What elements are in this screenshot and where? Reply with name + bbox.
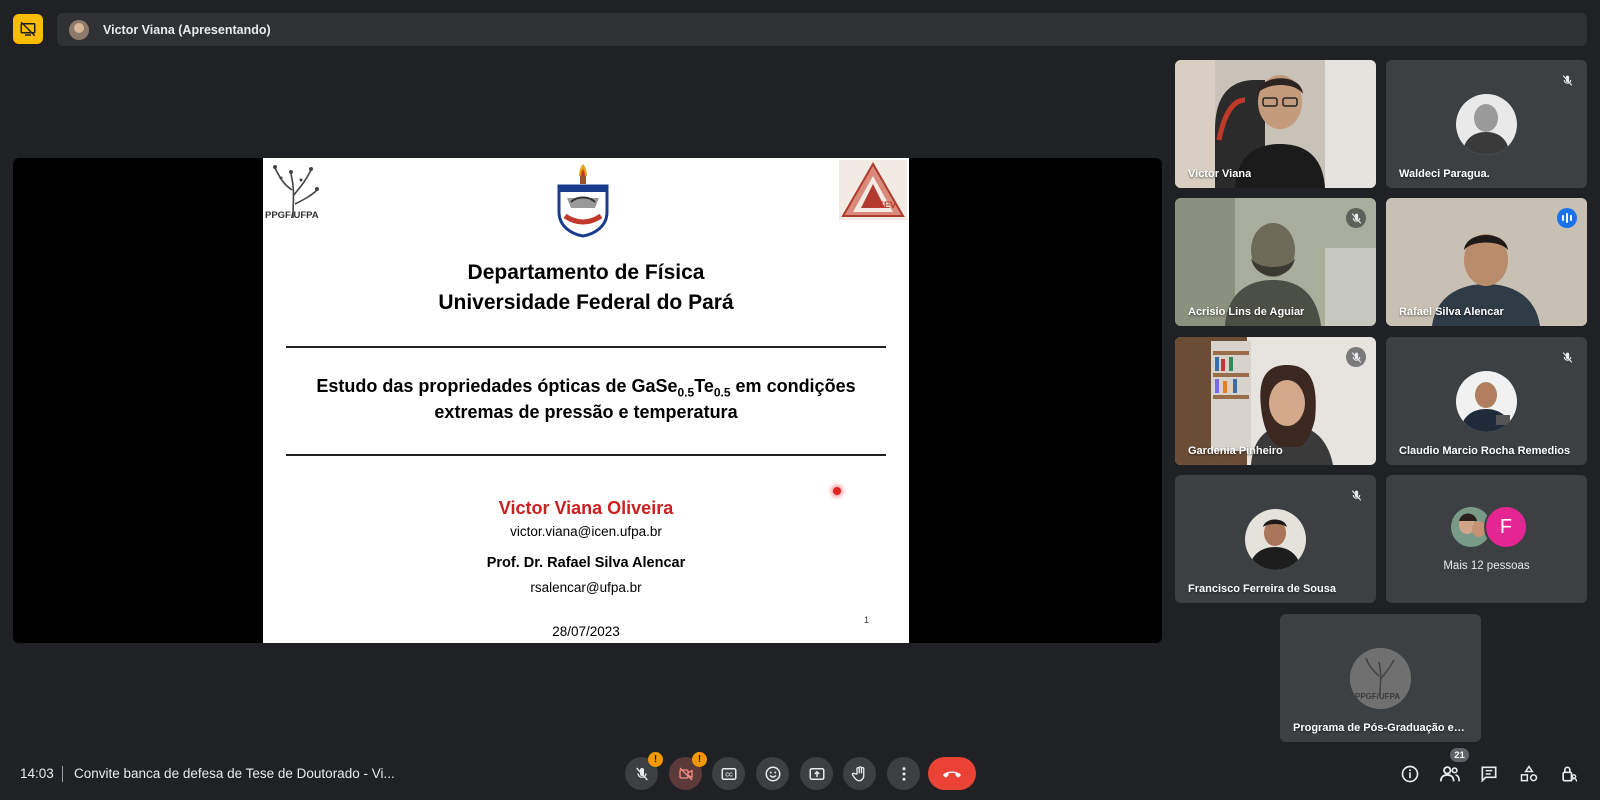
geev-logo-text: GEEV <box>871 200 897 210</box>
mic-off-icon <box>1562 74 1572 86</box>
participant-tile[interactable]: Francisco Ferreira de Sousa <box>1175 475 1376 603</box>
participant-avatar: PPGF/UFPA <box>1350 648 1411 709</box>
slide-page-number: 1 <box>864 615 870 625</box>
present-screen-icon <box>809 767 824 780</box>
participant-avatar <box>1245 509 1306 570</box>
mic-muted-indicator <box>1557 347 1577 367</box>
emoji-reaction-button[interactable] <box>756 757 789 790</box>
participant-tile[interactable]: Waldeci Paragua. <box>1386 60 1587 188</box>
people-icon <box>1439 766 1460 782</box>
participant-tile-speaking[interactable]: Rafael Silva Alencar <box>1386 198 1587 326</box>
participant-avatar-text: PPGF/UFPA <box>1355 692 1401 701</box>
slide-thesis-title-line2: extremas de pressão e temperatura <box>434 402 738 422</box>
participant-tile[interactable]: PPGF/UFPA Programa de Pós-Graduação em F… <box>1280 614 1481 742</box>
slide-divider-top <box>286 346 886 348</box>
audio-bars-icon <box>1562 213 1572 223</box>
slide-university: Universidade Federal do Pará <box>438 291 734 314</box>
laser-pointer <box>833 487 841 495</box>
camera-warning-badge: ! <box>692 752 707 767</box>
participant-name: Victor Viana <box>1188 168 1252 180</box>
camera-button[interactable]: ! <box>669 752 707 790</box>
participant-tile[interactable]: Victor Viana <box>1175 60 1376 188</box>
participant-name: Acrisio Lins de Aguiar <box>1188 306 1305 318</box>
more-vert-icon <box>902 766 905 781</box>
ppgf-logo-text: PPGF/UFPA <box>265 210 319 221</box>
slide-thesis-title-line1: Estudo das propriedades ópticas de GaSe0… <box>316 376 856 400</box>
camera-off-icon <box>678 767 693 780</box>
mic-warning-badge: ! <box>648 752 663 767</box>
presentation-stage[interactable]: PPGF/UFPA GEEV Departamento de Física Un… <box>13 158 1162 643</box>
participant-avatar <box>1456 94 1517 155</box>
meeting-clock: 14:03 <box>20 766 54 781</box>
activities-button[interactable] <box>1518 763 1540 785</box>
presenter-bar[interactable]: Victor Viana (Apresentando) <box>57 13 1587 46</box>
slide-department: Departamento de Física <box>467 261 705 284</box>
lock-person-icon <box>1562 766 1578 782</box>
leave-call-button[interactable] <box>928 757 976 790</box>
chat-icon <box>1481 766 1497 783</box>
raise-hand-button[interactable] <box>843 757 876 790</box>
mic-off-icon <box>1351 351 1361 363</box>
slide-divider-bottom <box>286 454 886 456</box>
present-off-icon <box>20 21 36 37</box>
meeting-details-button[interactable] <box>1399 763 1421 785</box>
slide-author-email: victor.viana@icen.ufpa.br <box>510 524 662 539</box>
mic-button[interactable]: ! <box>625 752 663 790</box>
participant-tile[interactable]: Acrisio Lins de Aguiar <box>1175 198 1376 326</box>
host-controls-button[interactable] <box>1558 763 1580 785</box>
mic-muted-indicator <box>1346 347 1366 367</box>
captions-button[interactable]: CC <box>712 757 745 790</box>
geev-logo <box>839 160 907 220</box>
presenter-avatar <box>69 19 89 40</box>
participant-name: Gardenia Pinheiro <box>1188 445 1283 457</box>
participant-tile[interactable]: Claudio Marcio Rocha Remedios <box>1386 337 1587 465</box>
activities-icon <box>1520 765 1538 782</box>
slide-advisor-email: rsalencar@ufpa.br <box>530 580 642 595</box>
ufpa-crest <box>557 164 609 238</box>
hand-icon <box>851 765 864 781</box>
mic-off-icon <box>1351 212 1361 224</box>
people-button[interactable] <box>1439 763 1461 785</box>
participant-name: Programa de Pós-Graduação em Física <box>1293 722 1468 734</box>
meeting-title: Convite banca de defesa de Tese de Douto… <box>74 766 395 781</box>
more-options-button[interactable] <box>887 757 920 790</box>
hang-up-icon <box>942 770 962 778</box>
mic-muted-indicator <box>1346 485 1366 505</box>
more-participants-label: Mais 12 pessoas <box>1443 560 1530 572</box>
participant-avatar-letter: F <box>1484 505 1528 549</box>
stop-presenting-button[interactable] <box>13 14 43 44</box>
mic-muted-indicator <box>1346 208 1366 228</box>
participant-name: Rafael Silva Alencar <box>1399 306 1504 318</box>
svg-text:CC: CC <box>725 772 733 778</box>
presentation-slide: PPGF/UFPA GEEV Departamento de Física Un… <box>263 158 909 643</box>
participant-name: Claudio Marcio Rocha Remedios <box>1399 445 1571 457</box>
present-screen-button[interactable] <box>800 757 833 790</box>
chat-button[interactable] <box>1478 763 1500 785</box>
emoji-icon <box>765 766 780 781</box>
mic-muted-indicator <box>1557 70 1577 90</box>
participant-avatar <box>1456 371 1517 432</box>
mic-off-icon <box>1562 351 1572 363</box>
captions-icon: CC <box>721 767 736 780</box>
participant-name: Waldeci Paragua. <box>1399 168 1490 180</box>
slide-advisor: Prof. Dr. Rafael Silva Alencar <box>486 555 686 571</box>
presenter-label: Victor Viana (Apresentando) <box>103 22 271 37</box>
speaking-indicator <box>1557 208 1577 228</box>
participant-name: Francisco Ferreira de Sousa <box>1188 583 1336 595</box>
mic-off-icon <box>1351 489 1361 501</box>
people-count-badge: 21 <box>1450 748 1469 762</box>
slide-date: 28/07/2023 <box>552 624 620 639</box>
slide-author: Victor Viana Oliveira <box>498 498 674 518</box>
info-icon <box>1401 765 1419 783</box>
mic-off-icon <box>635 767 648 780</box>
more-participants-tile[interactable]: F Mais 12 pessoas <box>1386 475 1587 603</box>
clock-separator <box>62 766 63 782</box>
participant-tile[interactable]: Gardenia Pinheiro <box>1175 337 1376 465</box>
